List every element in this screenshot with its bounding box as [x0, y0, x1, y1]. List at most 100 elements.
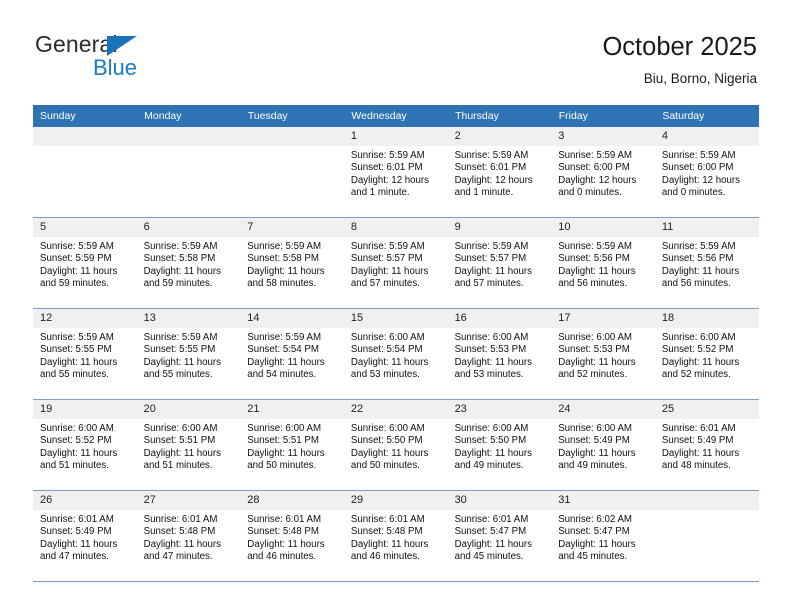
day-details: Sunrise: 6:01 AM Sunset: 5:49 PM Daylight:…	[655, 419, 759, 473]
daylight-text-line1: Daylight: 11 hours	[558, 447, 636, 459]
calendar-day-cell[interactable]: 11 Sunrise: 5:59 AM Sunset: 5:56 PM Dayligh…	[654, 217, 759, 309]
calendar-day-cell[interactable]: 7 Sunrise: 5:59 AM Sunset: 5:58 PM Daylight…	[240, 217, 344, 309]
calendar-day-cell[interactable]: 16 Sunrise: 6:00 AM Sunset: 5:53 PM Dayligh…	[447, 308, 552, 400]
daylight-text-line1: Daylight: 12 hours	[350, 174, 430, 186]
day-details: Sunrise: 5:59 AM Sunset: 5:58 PM Daylight:…	[240, 237, 344, 291]
day-number: 16	[447, 309, 552, 328]
calendar-body: 1 Sunrise: 5:59 AM Sunset: 6:01 PM Daylight…	[33, 127, 759, 582]
calendar-day-cell[interactable]: 30 Sunrise: 6:01 AM Sunset: 5:47 PM Dayligh…	[447, 490, 552, 582]
sunrise-text: Sunrise: 5:59 AM	[454, 150, 529, 161]
day-cell-inner: 14 Sunrise: 5:59 AM Sunset: 5:54 PM Dayligh…	[240, 309, 344, 399]
calendar-day-cell[interactable]: 24 Sunrise: 6:00 AM Sunset: 5:49 PM Dayligh…	[551, 399, 655, 491]
daylight-text-line2: and 53 minutes.	[350, 369, 420, 381]
day-cell-inner: 26 Sunrise: 6:01 AM Sunset: 5:49 PM Dayligh…	[33, 491, 137, 581]
day-number: 23	[447, 400, 552, 419]
logo-triangle-icon	[107, 36, 137, 56]
day-number: 28	[240, 491, 344, 510]
day-cell-inner: 23 Sunrise: 6:00 AM Sunset: 5:50 PM Dayligh…	[447, 400, 552, 490]
sunrise-text: Sunrise: 6:00 AM	[661, 332, 736, 343]
day-cell-inner: 30 Sunrise: 6:01 AM Sunset: 5:47 PM Dayligh…	[447, 491, 552, 581]
general-blue-logo[interactable]: General Blue	[33, 31, 173, 83]
calendar-day-cell[interactable]: 10 Sunrise: 5:59 AM Sunset: 5:56 PM Dayligh…	[551, 217, 655, 309]
day-number: 17	[551, 309, 655, 328]
calendar-day-cell[interactable]: 25 Sunrise: 6:01 AM Sunset: 5:49 PM Dayligh…	[654, 399, 759, 491]
sunrise-text: Sunrise: 6:01 AM	[350, 514, 425, 525]
calendar-grid: Sunday Monday Tuesday Wednesday Thursday…	[33, 105, 759, 582]
sunrise-text: Sunrise: 6:01 AM	[661, 423, 736, 434]
daylight-text-line2: and 48 minutes.	[661, 460, 731, 472]
calendar-day-cell[interactable]: 4 Sunrise: 5:59 AM Sunset: 6:00 PM Daylight…	[654, 127, 759, 218]
daylight-text-line2: and 58 minutes.	[247, 278, 317, 290]
sunrise-text: Sunrise: 5:59 AM	[247, 332, 322, 343]
sunrise-text: Sunrise: 5:59 AM	[454, 241, 529, 252]
sunset-text: Sunset: 5:54 PM	[350, 344, 423, 356]
day-number: 11	[654, 218, 759, 237]
calendar-day-cell[interactable]: 15 Sunrise: 6:00 AM Sunset: 5:54 PM Dayligh…	[343, 308, 448, 400]
daylight-text-line2: and 50 minutes.	[350, 460, 420, 472]
calendar-day-cell[interactable]: 3 Sunrise: 5:59 AM Sunset: 6:00 PM Daylight…	[551, 127, 655, 218]
day-number: 21	[240, 400, 344, 419]
calendar-day-cell[interactable]: 21 Sunrise: 6:00 AM Sunset: 5:51 PM Dayligh…	[240, 399, 344, 491]
sunrise-text: Sunrise: 6:00 AM	[40, 423, 114, 434]
calendar-day-cell[interactable]: 2 Sunrise: 5:59 AM Sunset: 6:01 PM Daylight…	[447, 127, 552, 218]
sunset-text: Sunset: 5:49 PM	[558, 435, 630, 447]
day-cell-inner: 18 Sunrise: 6:00 AM Sunset: 5:52 PM Dayligh…	[654, 309, 759, 399]
daylight-text-line2: and 52 minutes.	[558, 369, 628, 381]
daylight-text-line1: Daylight: 11 hours	[143, 356, 222, 368]
calendar-day-cell[interactable]: 29 Sunrise: 6:01 AM Sunset: 5:48 PM Dayligh…	[343, 490, 448, 582]
calendar-day-cell[interactable]: 23 Sunrise: 6:00 AM Sunset: 5:50 PM Dayligh…	[447, 399, 552, 491]
daylight-text-line1: Daylight: 11 hours	[40, 447, 118, 459]
day-details: Sunrise: 6:00 AM Sunset: 5:51 PM Daylight:…	[137, 419, 241, 473]
calendar-day-cell[interactable]: 22 Sunrise: 6:00 AM Sunset: 5:50 PM Dayligh…	[343, 399, 448, 491]
calendar-day-cell-empty	[240, 127, 344, 218]
day-cell-inner: 17 Sunrise: 6:00 AM Sunset: 5:53 PM Dayligh…	[551, 309, 655, 399]
calendar-day-cell[interactable]: 8 Sunrise: 5:59 AM Sunset: 5:57 PM Daylight…	[343, 217, 448, 309]
daylight-text-line1: Daylight: 11 hours	[454, 447, 532, 459]
day-number: 24	[551, 400, 655, 419]
calendar-day-cell[interactable]: 12 Sunrise: 5:59 AM Sunset: 5:55 PM Dayligh…	[33, 308, 137, 400]
day-number: 29	[343, 491, 448, 510]
calendar-day-cell[interactable]: 28 Sunrise: 6:01 AM Sunset: 5:48 PM Dayligh…	[240, 490, 344, 582]
day-details: Sunrise: 6:00 AM Sunset: 5:52 PM Daylight:…	[33, 419, 137, 473]
calendar-day-cell[interactable]: 19 Sunrise: 6:00 AM Sunset: 5:52 PM Dayligh…	[33, 399, 137, 491]
daylight-text-line2: and 1 minute.	[350, 187, 410, 199]
daylight-text-line2: and 46 minutes.	[247, 551, 317, 563]
calendar-day-cell[interactable]: 20 Sunrise: 6:00 AM Sunset: 5:51 PM Dayligh…	[136, 399, 241, 491]
daylight-text-line2: and 0 minutes.	[558, 187, 622, 199]
calendar-day-cell[interactable]: 9 Sunrise: 5:59 AM Sunset: 5:57 PM Daylight…	[447, 217, 552, 309]
calendar-day-cell[interactable]: 6 Sunrise: 5:59 AM Sunset: 5:58 PM Daylight…	[136, 217, 241, 309]
calendar-day-cell-empty	[33, 127, 137, 218]
calendar-day-cell[interactable]: 27 Sunrise: 6:01 AM Sunset: 5:48 PM Dayligh…	[136, 490, 241, 582]
day-details: Sunrise: 6:01 AM Sunset: 5:48 PM Daylight:…	[137, 510, 241, 564]
page-header: General Blue October 2025 Biu, Borno, Ni…	[0, 0, 792, 86]
calendar-day-cell[interactable]: 31 Sunrise: 6:02 AM Sunset: 5:47 PM Dayligh…	[551, 490, 655, 582]
calendar-day-cell[interactable]: 17 Sunrise: 6:00 AM Sunset: 5:53 PM Dayligh…	[551, 308, 655, 400]
sunset-text: Sunset: 5:48 PM	[247, 526, 319, 538]
weekday-header-friday: Friday	[551, 105, 656, 127]
day-details: Sunrise: 6:01 AM Sunset: 5:48 PM Daylight:…	[344, 510, 448, 564]
day-cell-inner	[654, 491, 759, 581]
day-cell-inner: 20 Sunrise: 6:00 AM Sunset: 5:51 PM Dayligh…	[136, 400, 241, 490]
weekday-header-monday: Monday	[136, 105, 241, 127]
sunrise-text: Sunrise: 6:00 AM	[350, 423, 425, 434]
day-cell-inner: 5 Sunrise: 5:59 AM Sunset: 5:59 PM Daylight…	[33, 218, 137, 308]
calendar-day-cell[interactable]: 1 Sunrise: 5:59 AM Sunset: 6:01 PM Daylight…	[343, 127, 448, 218]
day-cell-inner: 21 Sunrise: 6:00 AM Sunset: 5:51 PM Dayligh…	[240, 400, 344, 490]
day-details: Sunrise: 5:59 AM Sunset: 6:00 PM Daylight:…	[551, 146, 655, 200]
calendar-day-cell[interactable]: 5 Sunrise: 5:59 AM Sunset: 5:59 PM Daylight…	[33, 217, 137, 309]
weekday-header-thursday: Thursday	[447, 105, 552, 127]
calendar-day-cell[interactable]: 26 Sunrise: 6:01 AM Sunset: 5:49 PM Dayligh…	[33, 490, 137, 582]
day-number: 4	[654, 127, 759, 146]
day-cell-inner: 4 Sunrise: 5:59 AM Sunset: 6:00 PM Daylight…	[654, 127, 759, 217]
day-number: 15	[343, 309, 448, 328]
logo-text-blue: Blue	[93, 55, 138, 80]
daylight-text-line2: and 53 minutes.	[454, 369, 524, 381]
day-cell-inner: 10 Sunrise: 5:59 AM Sunset: 5:56 PM Dayligh…	[551, 218, 655, 308]
day-number: 6	[136, 218, 241, 237]
calendar-day-cell[interactable]: 14 Sunrise: 5:59 AM Sunset: 5:54 PM Dayligh…	[240, 308, 344, 400]
sunset-text: Sunset: 5:57 PM	[454, 253, 527, 265]
day-number	[240, 127, 344, 146]
calendar-day-cell[interactable]: 13 Sunrise: 5:59 AM Sunset: 5:55 PM Dayligh…	[136, 308, 241, 400]
calendar-day-cell[interactable]: 18 Sunrise: 6:00 AM Sunset: 5:52 PM Dayligh…	[654, 308, 759, 400]
sunset-text: Sunset: 5:53 PM	[558, 344, 630, 356]
